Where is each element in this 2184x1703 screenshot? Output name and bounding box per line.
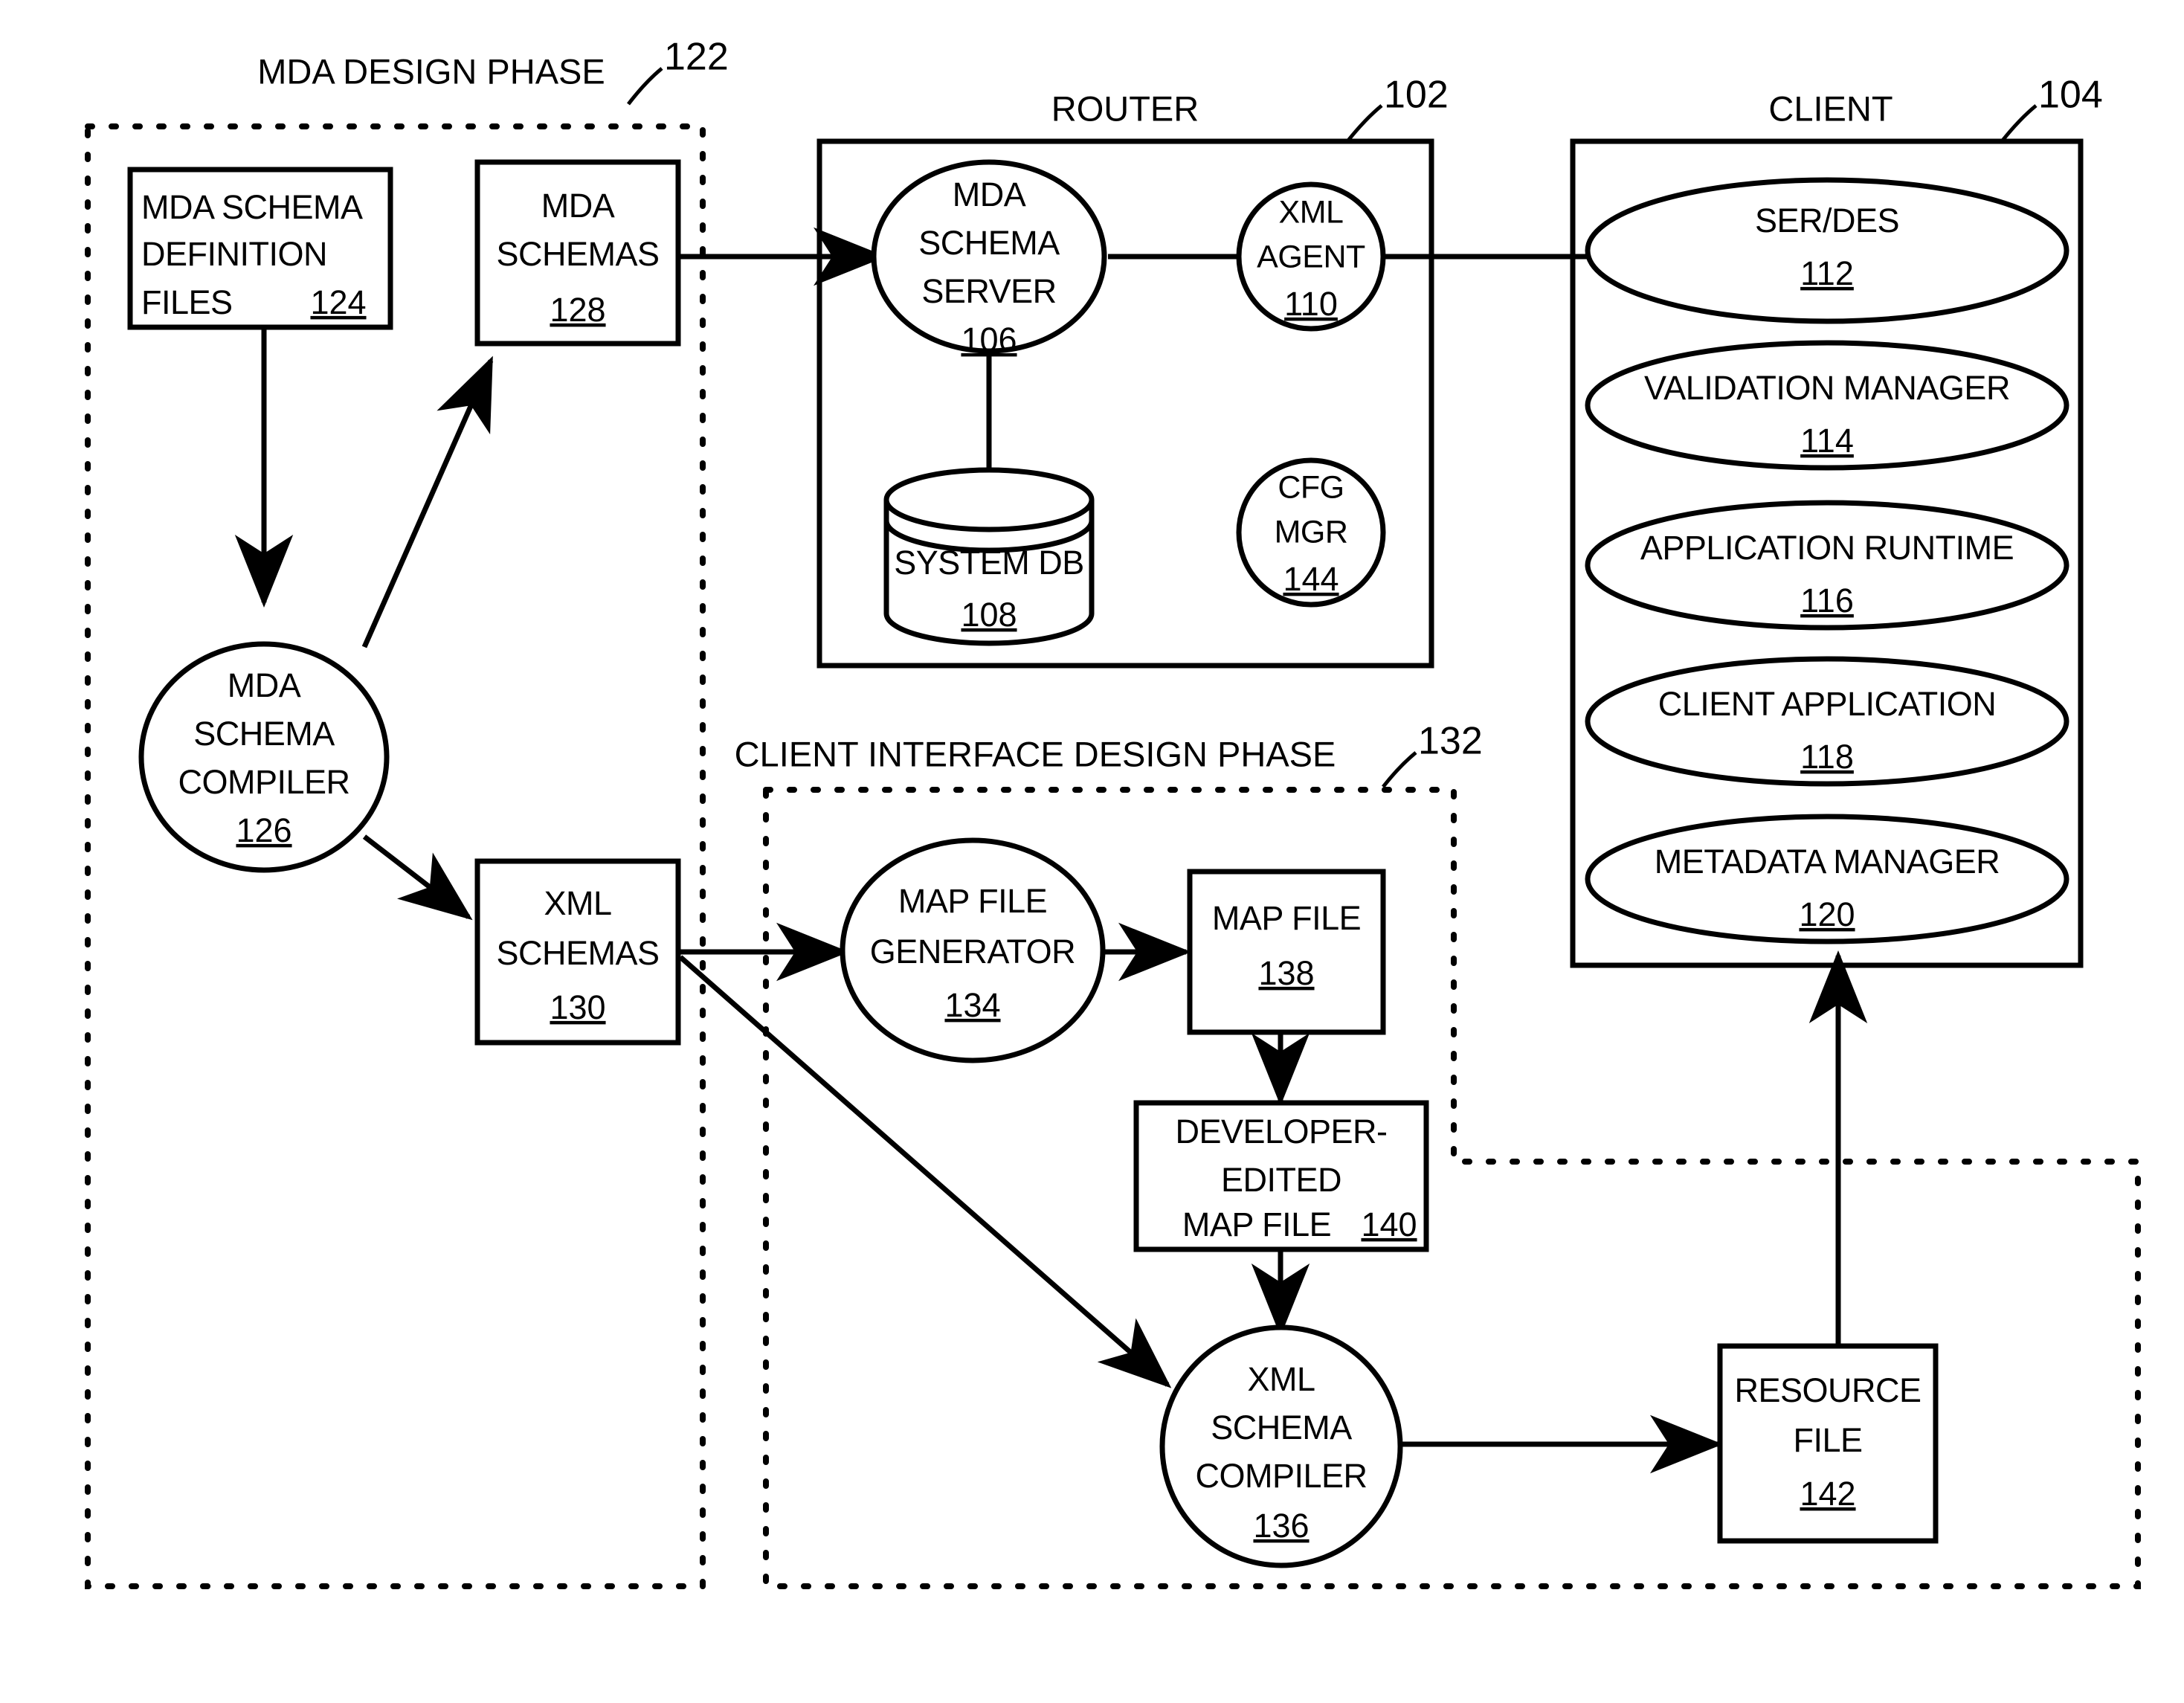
map-file-generator-line-1: MAP FILE — [898, 882, 1047, 920]
map-file-generator-line-2: GENERATOR — [870, 933, 1075, 970]
node-cfg-mgr[interactable]: CFG MGR 144 — [1236, 457, 1386, 608]
mda-schema-server-line-1: MDA — [953, 176, 1026, 213]
mda-schema-compiler-ref: 126 — [236, 811, 291, 849]
mda-schemas-line-1: MDA — [541, 187, 615, 225]
resource-file-ref: 142 — [1800, 1475, 1855, 1513]
xml-schemas-line-2: SCHEMAS — [496, 934, 659, 972]
map-file-ref: 138 — [1258, 954, 1314, 992]
node-system-db[interactable]: SYSTEM DB 108 — [883, 467, 1095, 646]
map-file-box[interactable] — [1187, 869, 1386, 1035]
node-application-runtime[interactable]: APPLICATION RUNTIME 116 — [1585, 500, 2069, 631]
mda-schemas-ref: 128 — [550, 291, 605, 329]
xml-schemas-ref: 130 — [550, 988, 605, 1026]
mda-schema-definition-files-line-1: MDA SCHEMA — [141, 188, 363, 226]
xml-agent-ref: 110 — [1284, 285, 1338, 323]
xml-agent-line-1: XML — [1279, 194, 1344, 230]
mda-design-phase-ref: 122 — [664, 36, 729, 79]
node-xml-schemas[interactable]: XML SCHEMAS 130 — [474, 858, 681, 1046]
developer-edited-map-file-line-2: EDITED — [1221, 1161, 1341, 1199]
node-map-file-generator[interactable]: MAP FILE GENERATOR 134 — [840, 837, 1106, 1063]
application-runtime-ref: 116 — [1800, 582, 1854, 619]
container-label-client: CLIENT 104 — [1768, 74, 2103, 143]
cfg-mgr-ref: 144 — [1283, 560, 1339, 598]
cfg-mgr-line-1: CFG — [1278, 469, 1344, 505]
mda-schema-server-line-2: SCHEMA — [918, 224, 1060, 262]
application-runtime-label: APPLICATION RUNTIME — [1640, 529, 2014, 567]
mda-schema-compiler-line-1: MDA — [228, 666, 301, 704]
node-client-application[interactable]: CLIENT APPLICATION 118 — [1585, 656, 2069, 787]
mda-schema-server-ref: 106 — [961, 321, 1017, 358]
developer-edited-map-file-ref: 140 — [1361, 1205, 1417, 1243]
client-application-ref: 118 — [1800, 738, 1854, 776]
mda-schema-compiler-line-2: SCHEMA — [193, 715, 335, 753]
client-ref: 104 — [2038, 74, 2103, 117]
resource-file-line-1: RESOURCE — [1734, 1371, 1921, 1409]
group-label-mda-design-phase: MDA DESIGN PHASE 122 — [257, 36, 729, 106]
router-title: ROUTER — [1051, 88, 1199, 128]
ser-des-label: SER/DES — [1755, 202, 1899, 239]
container-label-router: ROUTER 102 — [1051, 74, 1449, 143]
metadata-manager-ref: 120 — [1799, 895, 1855, 933]
system-db-label: SYSTEM DB — [894, 544, 1084, 582]
map-file-label: MAP FILE — [1212, 899, 1361, 937]
xml-schema-compiler-line-1: XML — [1247, 1360, 1315, 1398]
mda-design-phase-title: MDA DESIGN PHASE — [257, 51, 605, 91]
xml-agent-line-2: AGENT — [1257, 239, 1365, 274]
node-xml-schema-compiler[interactable]: XML SCHEMA COMPILER 136 — [1159, 1324, 1403, 1568]
node-validation-manager[interactable]: VALIDATION MANAGER 114 — [1585, 340, 2069, 471]
mda-schema-definition-files-line-2: DEFINITION — [141, 235, 327, 273]
resource-file-line-2: FILE — [1793, 1421, 1862, 1459]
mda-schema-server-line-3: SERVER — [921, 272, 1056, 310]
client-application-label: CLIENT APPLICATION — [1658, 685, 1996, 723]
developer-edited-map-file-line-1: DEVELOPER- — [1175, 1113, 1387, 1150]
validation-manager-label: VALIDATION MANAGER — [1644, 369, 2010, 407]
node-developer-edited-map-file[interactable]: DEVELOPER- EDITED MAP FILE 140 — [1133, 1100, 1429, 1252]
developer-edited-map-file-line-3: MAP FILE — [1182, 1205, 1331, 1243]
map-file-generator-ref: 134 — [944, 986, 1000, 1024]
node-ser-des[interactable]: SER/DES 112 — [1585, 177, 2069, 324]
patent-figure: MDA DESIGN PHASE 122 CLIENT INTERFACE DE… — [0, 0, 2184, 1703]
client-interface-design-phase-title: CLIENT INTERFACE DESIGN PHASE — [735, 734, 1336, 773]
node-mda-schemas[interactable]: MDA SCHEMAS 128 — [474, 159, 681, 347]
client-title: CLIENT — [1768, 88, 1893, 128]
group-label-client-interface-design-phase: CLIENT INTERFACE DESIGN PHASE 132 — [735, 720, 1483, 788]
connector-compiler-to-mda-schemas — [361, 355, 494, 648]
node-mda-schema-definition-files[interactable]: MDA SCHEMA DEFINITION FILES 124 — [127, 167, 393, 330]
node-xml-agent[interactable]: XML AGENT 110 — [1236, 181, 1386, 332]
cfg-mgr-line-2: MGR — [1275, 514, 1348, 550]
mda-schemas-line-2: SCHEMAS — [496, 235, 659, 273]
validation-manager-ref: 114 — [1800, 422, 1854, 460]
xml-schema-compiler-ref: 136 — [1253, 1507, 1309, 1545]
node-map-file[interactable]: MAP FILE 138 — [1187, 869, 1386, 1035]
mda-schema-definition-files-ref: 124 — [310, 283, 366, 321]
connector-compiler-to-xml-schemas — [362, 834, 473, 921]
mda-schema-definition-files-line-3: FILES — [141, 283, 233, 321]
ser-des-ref: 112 — [1800, 254, 1854, 292]
node-metadata-manager[interactable]: METADATA MANAGER 120 — [1585, 814, 2069, 944]
mda-schema-compiler-line-3: COMPILER — [178, 763, 349, 801]
metadata-manager-label: METADATA MANAGER — [1655, 843, 2000, 881]
node-mda-schema-compiler[interactable]: MDA SCHEMA COMPILER 126 — [138, 641, 390, 873]
router-ref: 102 — [1384, 74, 1449, 117]
system-db-ref: 108 — [961, 596, 1017, 634]
client-interface-design-phase-ref: 132 — [1418, 720, 1483, 763]
figure-canvas: MDA DESIGN PHASE 122 CLIENT INTERFACE DE… — [85, 36, 2141, 1589]
xml-schema-compiler-line-3: COMPILER — [1195, 1457, 1367, 1495]
node-resource-file[interactable]: RESOURCE FILE 142 — [1717, 1343, 1939, 1544]
xml-schema-compiler-line-2: SCHEMA — [1211, 1409, 1352, 1446]
xml-schemas-line-1: XML — [544, 884, 611, 922]
